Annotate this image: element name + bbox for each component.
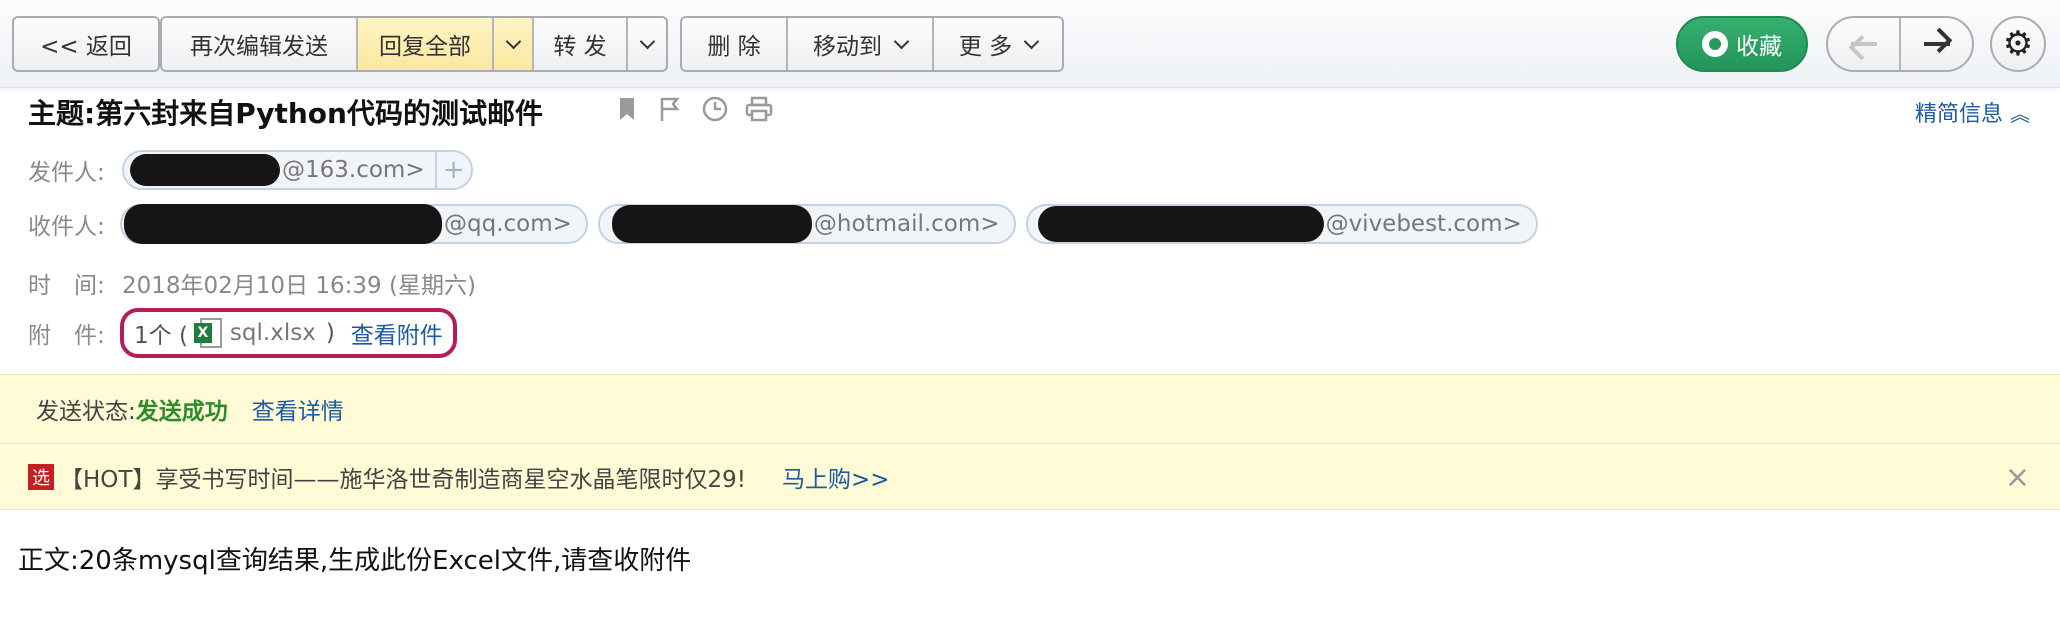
reply-all-dropdown[interactable] xyxy=(494,18,534,70)
sender-address-chip[interactable]: @163.com> + xyxy=(122,150,473,190)
sender-label: 发件人: xyxy=(28,160,105,186)
recipient-domain: @hotmail.com> xyxy=(813,211,1000,237)
recipient-domain: @vivebest.com> xyxy=(1325,211,1522,237)
sender-row: 发件人: @163.com> + xyxy=(28,150,483,190)
send-status-value: 发送成功 xyxy=(135,399,228,425)
toolbar: << 返回 再次编辑发送 回复全部 转 发 删 除 移动到 更 多 收藏 ⚙ xyxy=(0,0,2060,88)
mail-body: 正文:20条mysql查询结果,生成此份Excel文件,请查收附件 xyxy=(18,546,692,576)
flag-icon[interactable] xyxy=(656,94,686,124)
back-group: << 返回 xyxy=(12,16,160,72)
brief-info-label: 精简信息 xyxy=(1914,102,2003,127)
forward-dropdown[interactable] xyxy=(628,18,666,70)
next-mail-button[interactable] xyxy=(1901,18,1972,70)
send-status-label: 发送状态: xyxy=(36,399,136,425)
redacted-name xyxy=(611,205,812,243)
ad-buy-link[interactable]: 马上购>> xyxy=(782,460,890,494)
time-label: 时 间: xyxy=(28,273,105,299)
redacted-name xyxy=(1037,206,1324,242)
more-button[interactable]: 更 多 xyxy=(934,18,1062,70)
time-row: 时 间: 2018年02月10日 16:39 (星期六) xyxy=(28,266,476,300)
attachment-row: 附 件: 1个 ( X sql.xlsx ) 查看附件 xyxy=(28,308,457,358)
move-to-label: 移动到 xyxy=(813,34,882,60)
ad-badge-icon: 选 xyxy=(28,463,54,490)
attachment-box: 1个 ( X sql.xlsx ) 查看附件 xyxy=(120,308,457,358)
view-attachment-link[interactable]: 查看附件 xyxy=(351,316,443,350)
gear-icon: ⚙ xyxy=(2002,24,2034,64)
print-icon[interactable] xyxy=(744,94,774,124)
attachment-filename[interactable]: sql.xlsx xyxy=(230,320,316,346)
recipient-domain: @qq.com> xyxy=(444,211,572,237)
time-value: 2018年02月10日 16:39 (星期六) xyxy=(122,273,476,299)
view-details-link[interactable]: 查看详情 xyxy=(252,392,344,426)
chevron-down-icon xyxy=(639,33,655,49)
forward-button[interactable]: 转 发 xyxy=(534,18,628,70)
chevron-down-icon xyxy=(893,33,910,49)
add-contact-icon[interactable]: + xyxy=(434,152,471,188)
settings-button[interactable]: ⚙ xyxy=(1990,16,2046,72)
back-button[interactable]: << 返回 xyxy=(14,18,158,70)
arrow-right-icon xyxy=(1923,42,1950,46)
recipient-row: 收件人: @qq.com> @hotmail.com> @vivebest.co… xyxy=(28,204,1548,244)
mail-subject: 主题:第六封来自Python代码的测试邮件 xyxy=(28,97,543,130)
redacted-name xyxy=(130,154,280,186)
manage-group: 删 除 移动到 更 多 xyxy=(680,16,1064,72)
recipient-address-chip[interactable]: @qq.com> xyxy=(120,204,588,244)
ad-text: 【HOT】享受书写时间——施华洛世奇制造商星空水晶笔限时仅29! xyxy=(60,466,746,493)
chevron-down-icon xyxy=(505,33,521,49)
chevron-down-icon xyxy=(1023,33,1040,49)
previous-mail-button[interactable] xyxy=(1828,18,1901,70)
ad-banner: 选 【HOT】享受书写时间——施华洛世奇制造商星空水晶笔限时仅29! 马上购>>… xyxy=(0,444,2060,510)
favorite-icon xyxy=(1702,31,1728,57)
move-to-button[interactable]: 移动到 xyxy=(788,18,934,70)
clock-icon[interactable] xyxy=(700,94,730,124)
arrow-left-icon xyxy=(1850,42,1877,46)
redacted-name xyxy=(124,204,442,244)
favorite-button[interactable]: 收藏 xyxy=(1676,16,1808,72)
recipient-address-chip[interactable]: @vivebest.com> xyxy=(1025,204,1538,244)
recipient-address-chip[interactable]: @hotmail.com> xyxy=(597,204,1016,244)
recipient-label: 收件人: xyxy=(28,214,105,240)
reply-all-button[interactable]: 回复全部 xyxy=(358,18,494,70)
bookmark-icon[interactable] xyxy=(612,94,642,124)
reply-group: 再次编辑发送 回复全部 转 发 xyxy=(160,16,668,72)
favorite-label: 收藏 xyxy=(1736,34,1782,60)
attachment-label: 附 件: xyxy=(28,323,105,349)
attachment-count: 1个 ( xyxy=(134,323,188,349)
delete-button[interactable]: 删 除 xyxy=(682,18,788,70)
sender-domain: @163.com> xyxy=(282,157,425,183)
more-label: 更 多 xyxy=(958,34,1013,60)
send-status-bar: 发送状态: 发送成功 查看详情 xyxy=(0,374,2060,444)
mail-nav-group xyxy=(1826,16,1974,72)
close-icon[interactable]: × xyxy=(2005,460,2030,495)
reedit-button[interactable]: 再次编辑发送 xyxy=(162,18,358,70)
chevron-up-icon: ︽ xyxy=(2010,102,2030,126)
excel-file-icon: X xyxy=(193,318,224,348)
subject-actions xyxy=(612,94,774,124)
brief-info-toggle[interactable]: 精简信息 ︽ xyxy=(1915,96,2030,128)
attachment-close-paren: ) xyxy=(325,320,335,346)
